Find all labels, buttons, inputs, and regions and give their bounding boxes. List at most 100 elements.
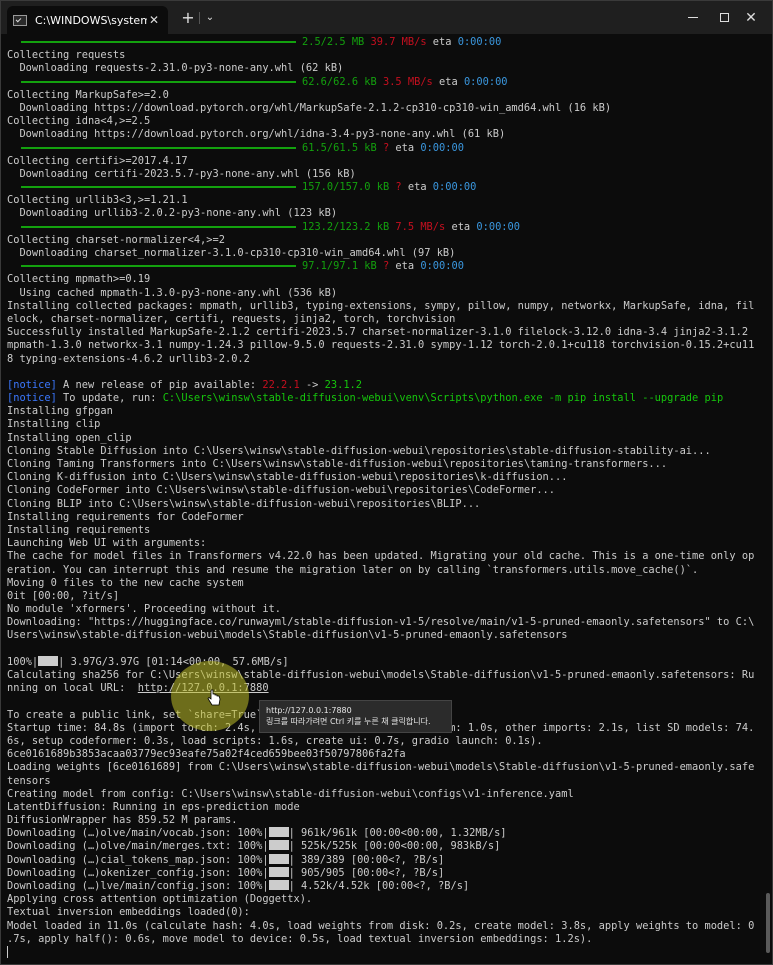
line-text: Users\winsw\stable-diffusion-webui\model… bbox=[7, 629, 568, 642]
terminal-line: 2.5/2.5 MB 39.7 MB/s eta 0:00:00 bbox=[7, 36, 759, 49]
terminal-line: Cloning Stable Diffusion into C:\Users\w… bbox=[7, 445, 759, 458]
title-bar: C:\WINDOWS\system32\cmd.exe ✕ + ⌄ ✕ bbox=[1, 1, 772, 34]
line-text: Creating model from config: C:\Users\win… bbox=[7, 787, 574, 800]
terminal-line: Collecting charset-normalizer<4,>=2 bbox=[7, 234, 759, 247]
terminal-line: [notice] To update, run: C:\Users\winsw\… bbox=[7, 392, 759, 405]
terminal-line: Downloading certifi-2023.5.7-py3-none-an… bbox=[7, 168, 759, 181]
notice-tag: [notice] bbox=[7, 392, 57, 405]
progress-fill bbox=[268, 853, 289, 864]
terminal-line: Launching Web UI with arguments: bbox=[7, 537, 759, 550]
notice-tag: [notice] bbox=[7, 378, 57, 391]
terminal-line: Installing gfpgan bbox=[7, 405, 759, 418]
download-size: 123.2/123.2 kB bbox=[302, 220, 390, 233]
terminal-line: Using cached mpmath-1.3.0-py3-none-any.w… bbox=[7, 287, 759, 300]
line-text: Downloading charset_normalizer-3.1.0-cp3… bbox=[7, 247, 456, 259]
terminal-tab[interactable]: C:\WINDOWS\system32\cmd.exe ✕ bbox=[7, 6, 168, 34]
line-text: Cloning CodeFormer into C:\Users\winsw\s… bbox=[7, 484, 556, 497]
download-size: 2.5/2.5 MB bbox=[302, 36, 365, 48]
line-text: Launching Web UI with arguments: bbox=[7, 537, 207, 550]
progress-prefix: Downloading (…)olve/main/merges.txt: 100… bbox=[7, 840, 269, 853]
tooltip-url: http://127.0.0.1:7880 bbox=[266, 706, 352, 715]
terminal-line: 157.0/157.0 kB ? eta 0:00:00 bbox=[7, 181, 759, 194]
download-size: 61.5/61.5 kB bbox=[302, 141, 377, 154]
divider bbox=[199, 12, 200, 24]
terminal-line: nning on local URL: http://127.0.0.1:788… bbox=[7, 682, 759, 695]
terminal-line: Installing clip bbox=[7, 418, 759, 431]
new-tab-button[interactable]: + bbox=[178, 9, 198, 27]
terminal-line: elock, charset-normalizer, certifi, requ… bbox=[7, 313, 759, 326]
progress-prefix: 100%| bbox=[7, 655, 39, 668]
terminal-line: 100%| | 3.97G/3.97G [01:14<00:00, 57.6MB/… bbox=[7, 655, 759, 669]
terminal-line: Collecting mpmath>=0.19 bbox=[7, 273, 759, 286]
tab-close-icon[interactable]: ✕ bbox=[146, 12, 162, 28]
hand-pointer-icon bbox=[207, 689, 221, 706]
line-text: Cloning BLIP into C:\Users\winsw\stable-… bbox=[7, 497, 481, 510]
line-text: Installing requirements bbox=[7, 523, 151, 536]
download-eta: 0:00:00 bbox=[457, 36, 502, 48]
dropdown-chevron-icon[interactable]: ⌄ bbox=[201, 9, 219, 27]
line-text: eration. You can interrupt this and resu… bbox=[7, 563, 699, 576]
line-text: Moving 0 files to the new cache system bbox=[7, 576, 244, 589]
terminal-line: Successfully installed MarkupSafe-2.1.2 … bbox=[7, 326, 759, 339]
download-size: 97.1/97.1 kB bbox=[302, 260, 377, 273]
line-text: Collecting mpmath>=0.19 bbox=[7, 273, 151, 286]
progress-suffix: | 961k/961k [00:00<00:00, 1.32MB/s] bbox=[288, 827, 507, 840]
line-text: Collecting urllib3<3,>=1.21.1 bbox=[7, 194, 188, 207]
progress-prefix: Downloading (…)okenizer_config.json: 100… bbox=[7, 866, 269, 879]
progress-suffix: | 905/905 [00:00<?, ?B/s] bbox=[288, 866, 445, 879]
line-text: Installing open_clip bbox=[7, 431, 132, 444]
line-text: Loading weights [6ce0161689] from C:\Use… bbox=[7, 761, 755, 774]
progress-fill bbox=[38, 655, 59, 666]
line-text: Installing requirements for CodeFormer bbox=[7, 510, 244, 523]
line-text: Using cached mpmath-1.3.0-py3-none-any.w… bbox=[7, 286, 338, 299]
download-progress-bar bbox=[21, 265, 296, 268]
cmd-icon bbox=[13, 14, 27, 26]
line-text: No module 'xformers'. Proceeding without… bbox=[7, 603, 282, 616]
line-text: nning on local URL: bbox=[7, 682, 138, 695]
scroll-thumb[interactable] bbox=[766, 893, 770, 953]
terminal-line: 61.5/61.5 kB ? eta 0:00:00 bbox=[7, 142, 759, 155]
progress-suffix: | 389/389 [00:00<?, ?B/s] bbox=[288, 853, 445, 866]
download-eta: 0:00:00 bbox=[476, 220, 520, 233]
terminal-line: tensors bbox=[7, 775, 759, 788]
download-speed: ? bbox=[382, 260, 390, 273]
terminal-line: Cloning BLIP into C:\Users\winsw\stable-… bbox=[7, 498, 759, 511]
terminal-output[interactable]: 2.5/2.5 MB 39.7 MB/s eta 0:00:00 Collecti… bbox=[7, 36, 759, 961]
close-button[interactable]: ✕ bbox=[728, 1, 772, 34]
terminal-line: 8 typing-extensions-4.6.2 urllib3-2.0.2 bbox=[7, 353, 759, 366]
terminal-line: eration. You can interrupt this and resu… bbox=[7, 564, 759, 577]
new-version: 23.1.2 bbox=[324, 378, 363, 391]
terminal-line: Downloading urllib3-2.0.2-py3-none-any.w… bbox=[7, 207, 759, 220]
scrollbar[interactable] bbox=[764, 36, 770, 961]
line-text: Installing collected packages: mpmath, u… bbox=[7, 299, 755, 312]
line-text: Textual inversion embeddings loaded(0): bbox=[7, 906, 250, 919]
tab-title: C:\WINDOWS\system32\cmd.exe bbox=[35, 13, 147, 27]
progress-prefix: Downloading (…)olve/main/vocab.json: 100… bbox=[7, 827, 269, 840]
progress-prefix: Downloading (…)lve/main/config.json: 100… bbox=[7, 880, 269, 892]
terminal-line: 62.6/62.6 kB 3.5 MB/s eta 0:00:00 bbox=[7, 76, 759, 89]
terminal-line: Installing collected packages: mpmath, u… bbox=[7, 300, 759, 313]
terminal-line: Downloading https://download.pytorch.org… bbox=[7, 102, 759, 115]
terminal-line: DiffusionWrapper has 859.52 M params. bbox=[7, 814, 759, 827]
line-text: 6ce0161689b3853acaa03779ec93eafe75a02f4c… bbox=[7, 748, 406, 761]
download-speed: ? bbox=[395, 181, 402, 194]
progress-fill bbox=[268, 827, 289, 838]
line-text: DiffusionWrapper has 859.52 M params. bbox=[7, 814, 238, 827]
download-eta: 0:00:00 bbox=[420, 141, 464, 154]
line-text: Model loaded in 11.0s (calculate hash: 4… bbox=[7, 919, 755, 932]
line-text: Installing gfpgan bbox=[7, 405, 113, 418]
terminal-line: mpmath-1.3.0 networkx-3.1 numpy-1.24.3 p… bbox=[7, 339, 759, 352]
download-size: 62.6/62.6 kB bbox=[302, 75, 377, 88]
upgrade-command: C:\Users\winsw\stable-diffusion-webui\ve… bbox=[162, 392, 724, 405]
line-text: Successfully installed MarkupSafe-2.1.2 … bbox=[7, 326, 749, 339]
terminal-line: Downloading https://download.pytorch.org… bbox=[7, 128, 759, 141]
line-text: Downloading requests-2.31.0-py3-none-any… bbox=[7, 62, 344, 75]
progress-fill bbox=[268, 840, 289, 851]
download-progress-bar bbox=[21, 41, 296, 43]
terminal-line: Loading weights [6ce0161689] from C:\Use… bbox=[7, 761, 759, 774]
terminal-line: Calculating sha256 for C:\Users\winsw\st… bbox=[7, 669, 759, 682]
line-text: Collecting certifi>=2017.4.17 bbox=[7, 154, 188, 167]
line-text: Downloading https://download.pytorch.org… bbox=[7, 128, 506, 141]
